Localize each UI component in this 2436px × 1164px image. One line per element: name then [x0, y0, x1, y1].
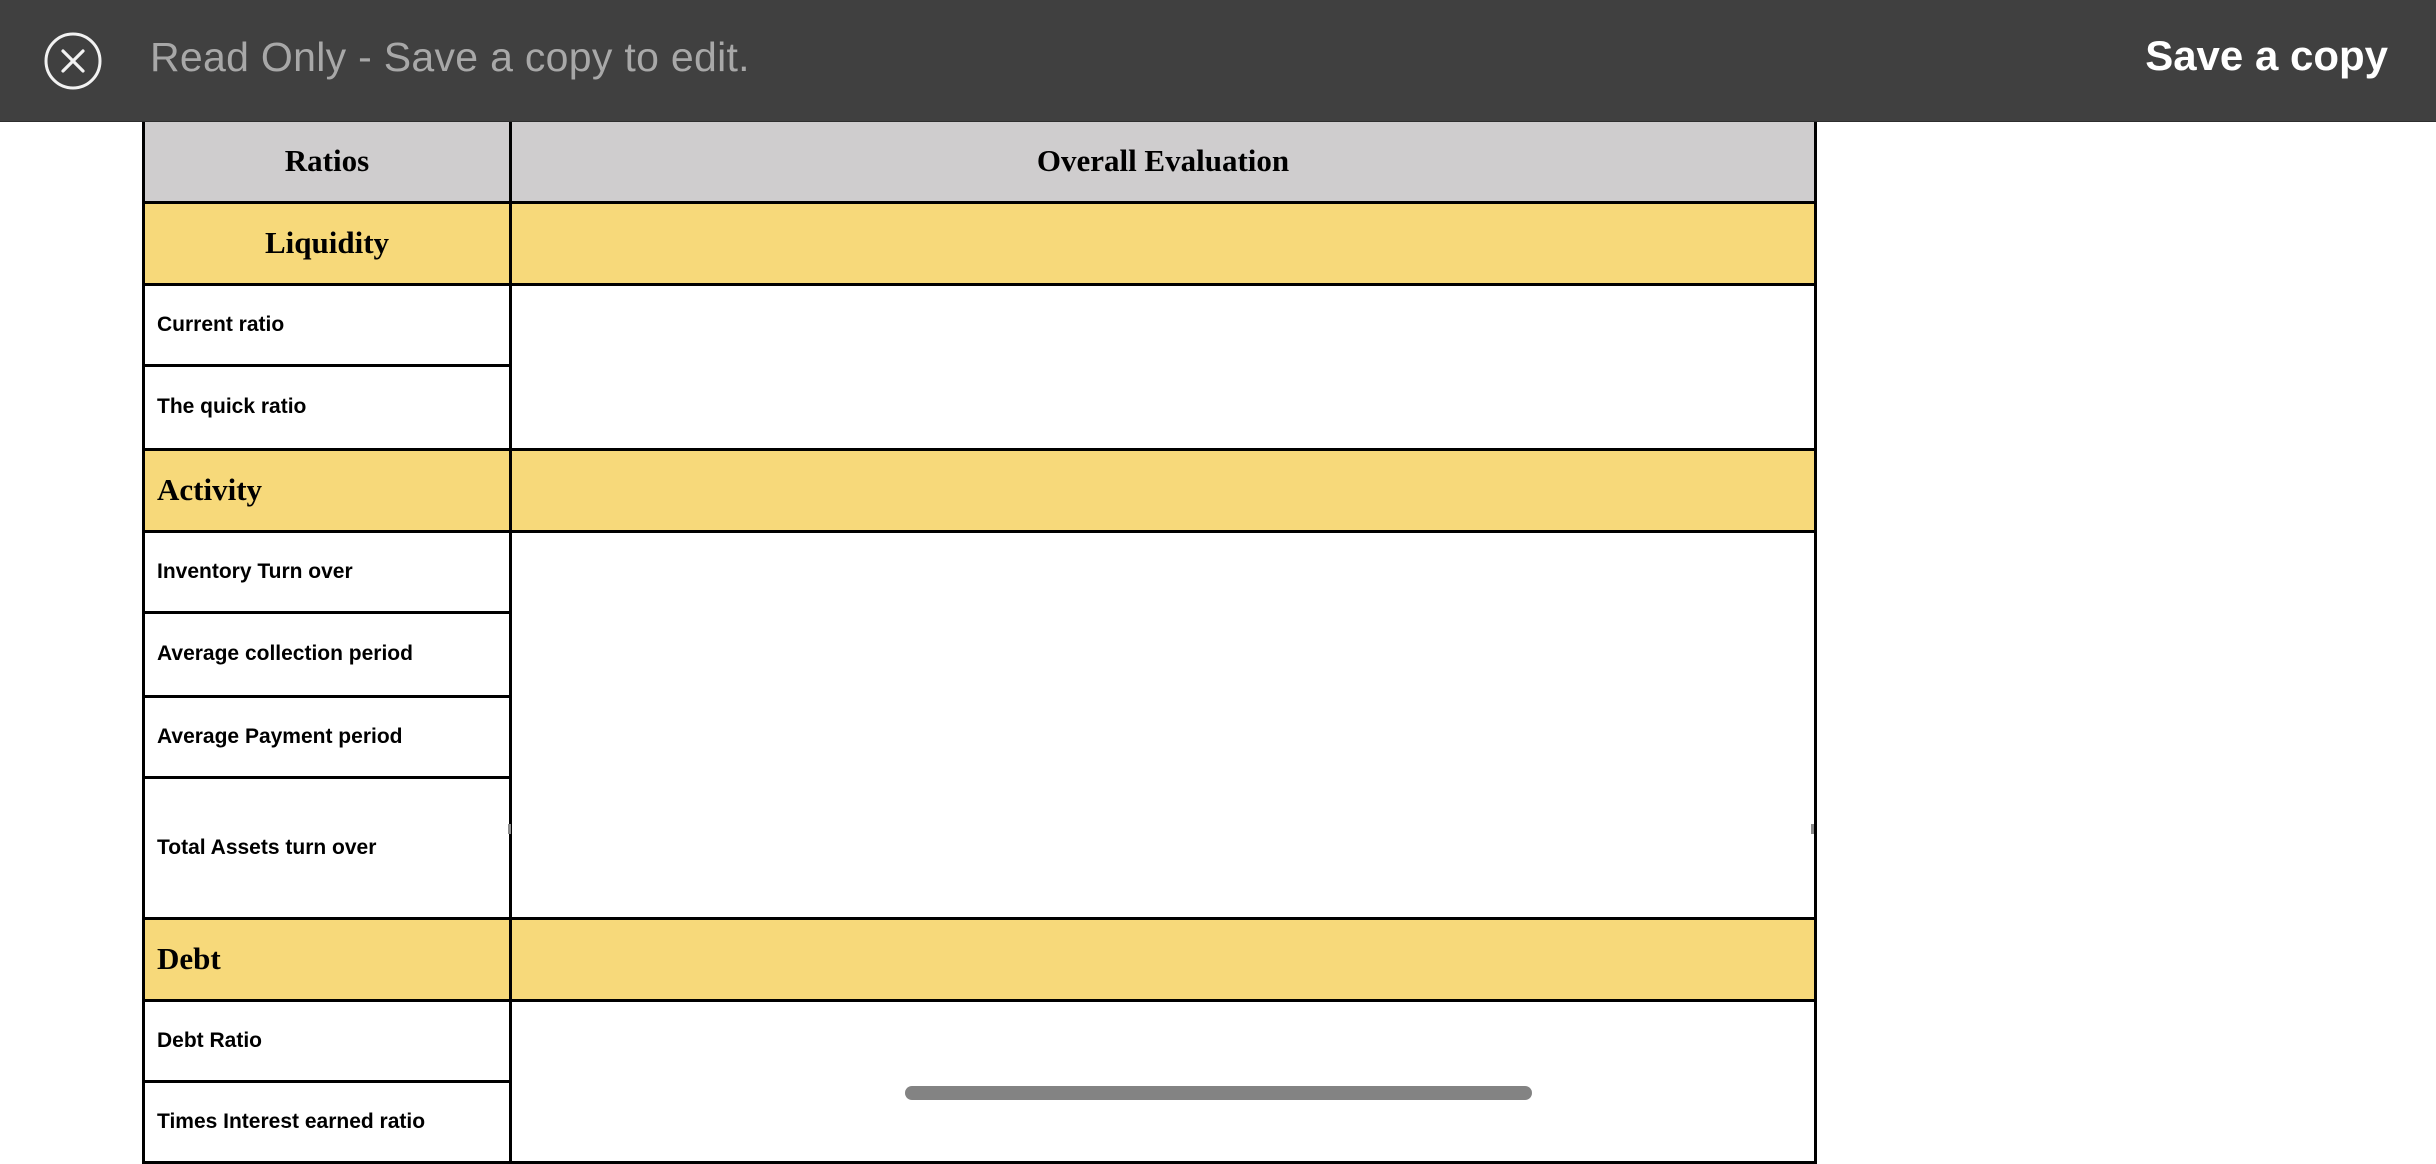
table-row: Inventory Turn over — [142, 529, 1817, 920]
table-row: Debt Ratio — [142, 998, 1817, 1164]
ratio-total-assets-turnover[interactable]: Total Assets turn over — [142, 775, 512, 920]
header-overall-evaluation[interactable]: Overall Evaluation — [509, 122, 1817, 204]
column-resize-handle[interactable] — [508, 824, 511, 834]
save-a-copy-button[interactable]: Save a copy — [2145, 32, 2388, 80]
category-row-liquidity: Liquidity — [142, 200, 1817, 286]
category-row-debt: Debt — [142, 916, 1817, 1002]
header-ratios[interactable]: Ratios — [142, 122, 512, 204]
close-button[interactable] — [44, 32, 102, 90]
horizontal-scrollbar[interactable] — [905, 1086, 1532, 1100]
ratio-times-interest-earned[interactable]: Times Interest earned ratio — [142, 1079, 512, 1164]
category-activity[interactable]: Activity — [142, 447, 512, 533]
ratio-debt-ratio[interactable]: Debt Ratio — [142, 998, 512, 1083]
category-liquidity[interactable]: Liquidity — [142, 200, 512, 286]
column-resize-handle[interactable] — [1811, 824, 1814, 834]
ratio-average-payment-period[interactable]: Average Payment period — [142, 694, 512, 779]
debt-evaluation-cell[interactable] — [509, 998, 1817, 1164]
category-row-activity: Activity — [142, 447, 1817, 533]
category-activity-evaluation[interactable] — [509, 447, 1817, 533]
ratios-evaluation-sheet: Ratios Overall Evaluation Liquidity Curr… — [142, 122, 1817, 1164]
activity-evaluation-cell[interactable] — [509, 529, 1817, 920]
ratio-current-ratio[interactable]: Current ratio — [142, 282, 512, 367]
ratios-table: Ratios Overall Evaluation Liquidity Curr… — [142, 122, 1817, 1164]
category-debt-evaluation[interactable] — [509, 916, 1817, 1002]
ratio-quick-ratio[interactable]: The quick ratio — [142, 363, 512, 451]
read-only-banner: Read Only - Save a copy to edit. Save a … — [0, 0, 2436, 122]
table-row: Current ratio — [142, 282, 1817, 451]
table-header-row: Ratios Overall Evaluation — [142, 122, 1817, 204]
category-debt[interactable]: Debt — [142, 916, 512, 1002]
category-liquidity-evaluation[interactable] — [509, 200, 1817, 286]
ratio-inventory-turnover[interactable]: Inventory Turn over — [142, 529, 512, 614]
close-circle-icon — [44, 32, 102, 90]
liquidity-evaluation-cell[interactable] — [509, 282, 1817, 451]
ratio-average-collection-period[interactable]: Average collection period — [142, 610, 512, 698]
read-only-status-text: Read Only - Save a copy to edit. — [150, 34, 750, 80]
